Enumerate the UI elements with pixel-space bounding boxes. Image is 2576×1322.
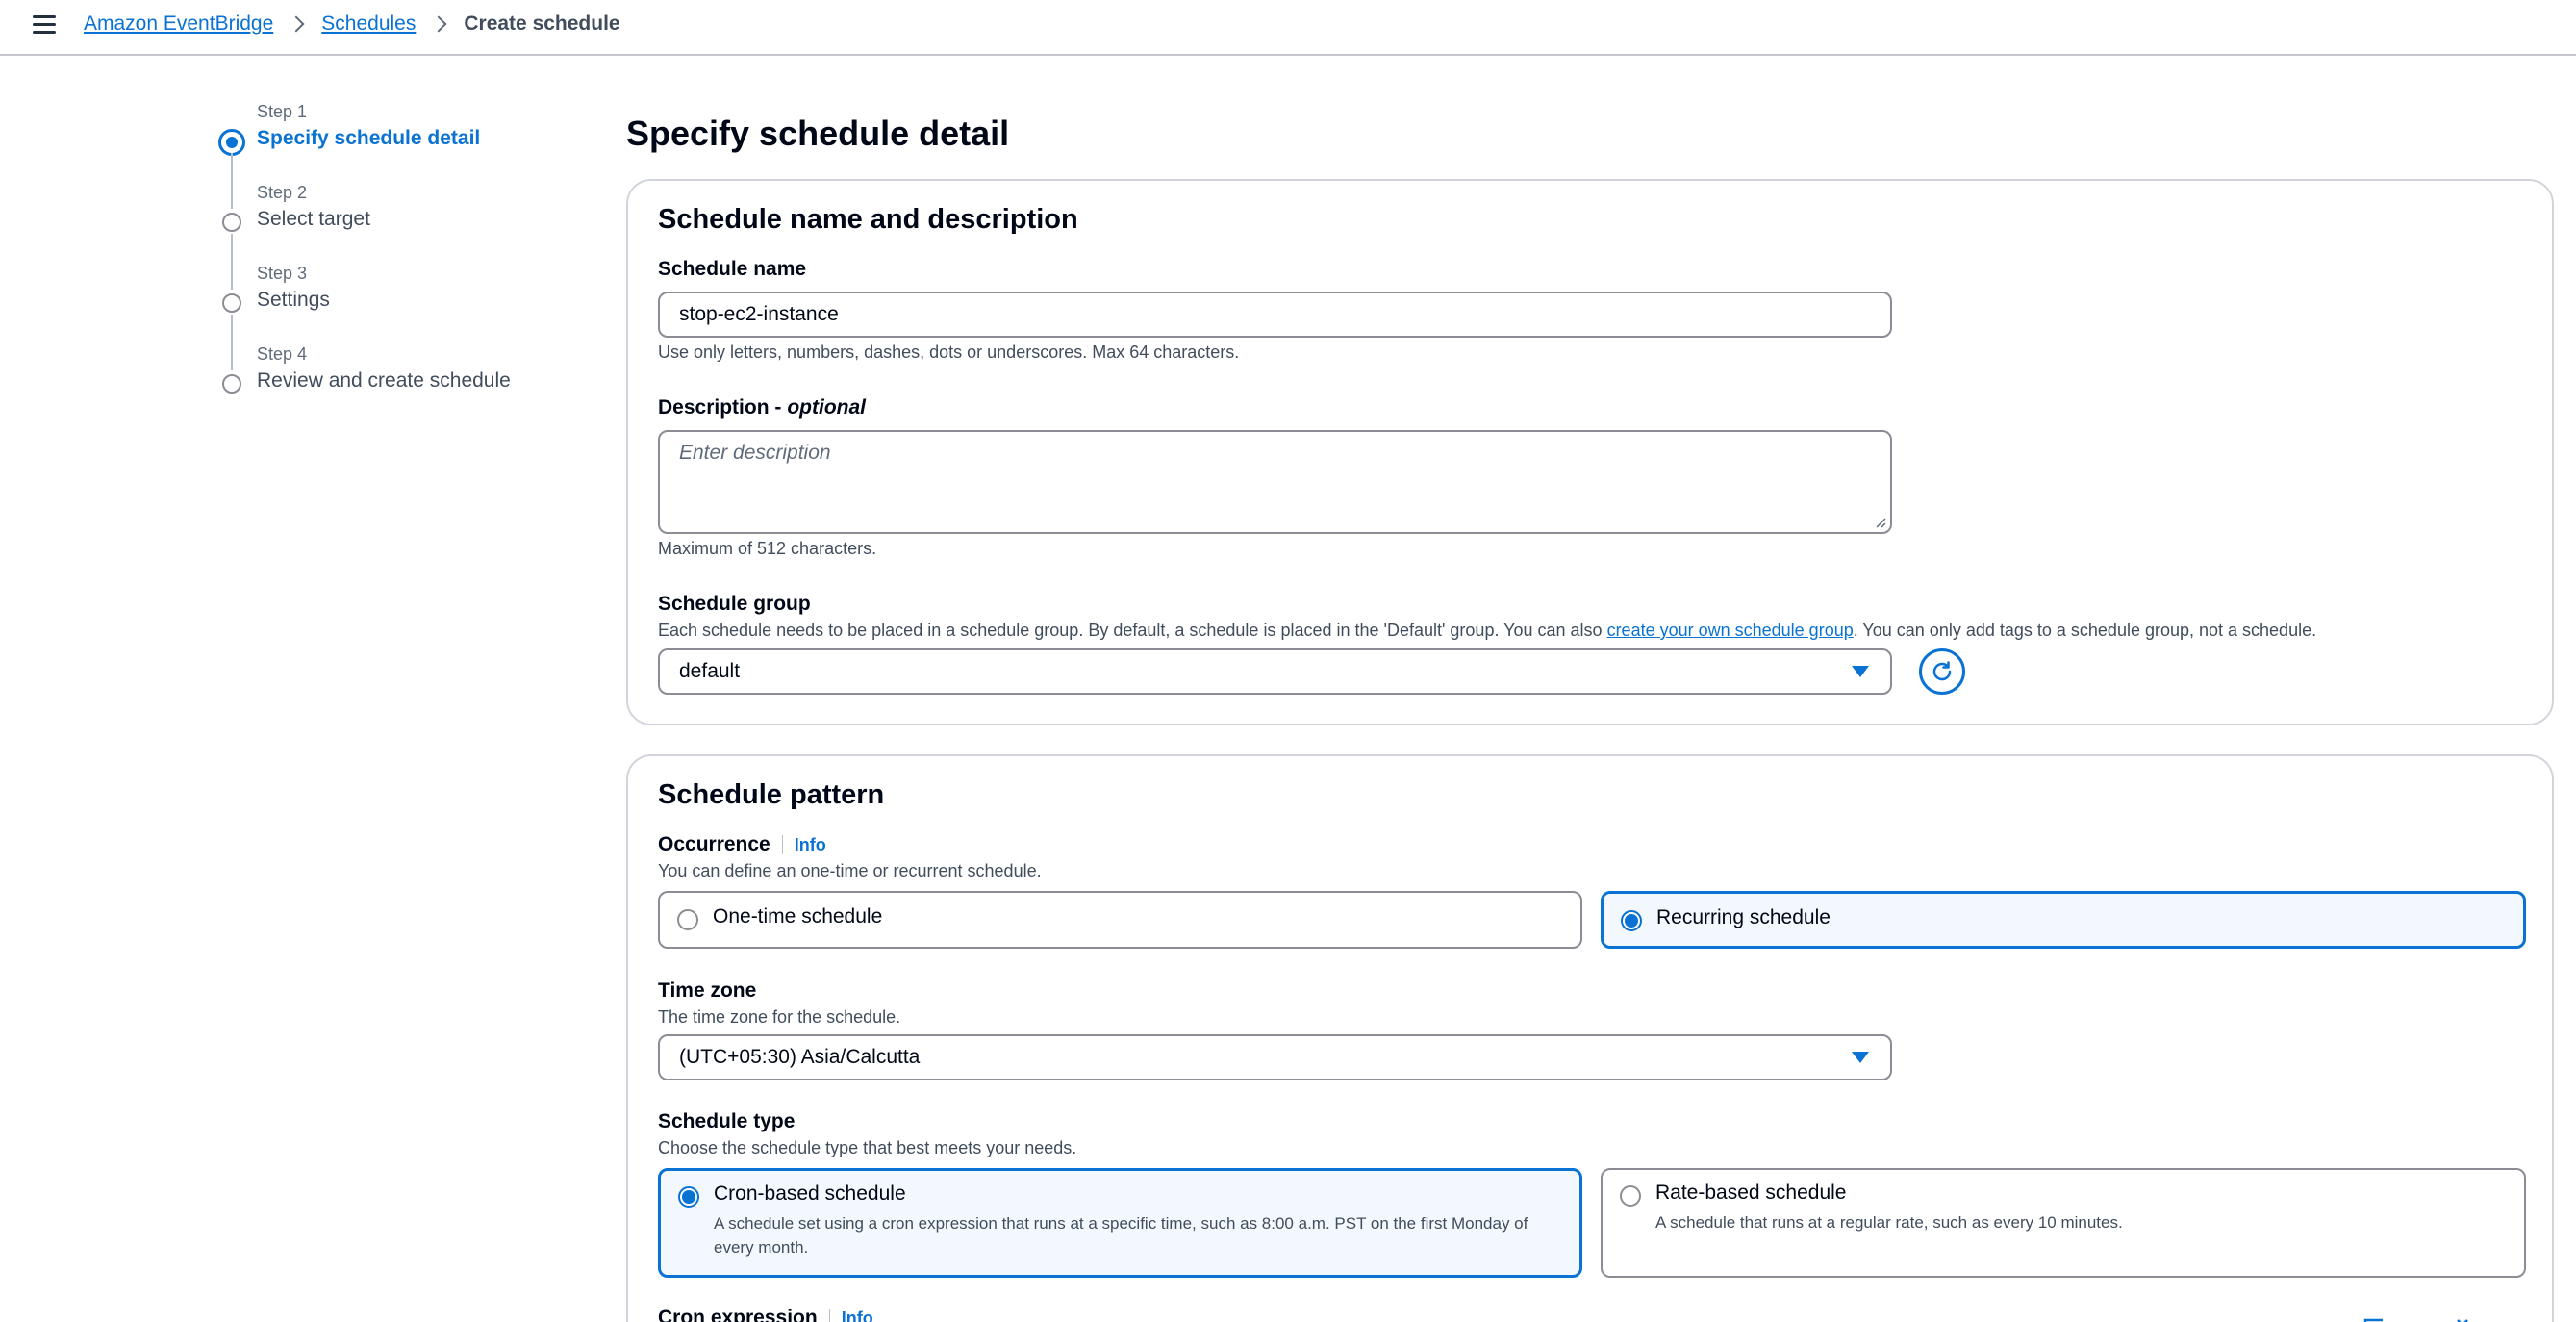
wizard-step-1[interactable]: Step 1 Specify schedule detail	[212, 99, 616, 209]
step-circle-icon	[222, 374, 241, 394]
step-active-circle-icon	[218, 129, 245, 156]
option-label: Recurring schedule	[1656, 906, 1831, 928]
timezone-hint: The time zone for the schedule.	[658, 1007, 901, 1027]
description-label-text: Description -	[658, 396, 782, 419]
schedule-name-hint: Use only letters, numbers, dashes, dots …	[658, 343, 1240, 362]
partially-visible-icons	[2360, 1309, 2513, 1322]
group-hint-text: Each schedule needs to be placed in a sc…	[658, 621, 1607, 640]
option-label: One-time schedule	[713, 905, 883, 928]
cron-expression-label-text: Cron expression	[658, 1307, 818, 1322]
refresh-icon	[1932, 661, 1952, 681]
occurrence-hint: You can define an one-time or recurrent …	[658, 861, 1042, 880]
step-number: Step 4	[257, 344, 308, 364]
step-circle-icon	[222, 293, 241, 313]
option-label: Cron-based schedule	[714, 1182, 906, 1205]
description-label: Description - optional	[658, 396, 866, 419]
step-title: Specify schedule detail	[257, 127, 481, 149]
schedule-name-panel: Schedule name and description Schedule n…	[626, 179, 2554, 725]
wizard-steps: Step 1 Specify schedule detail Step 2 Se…	[212, 99, 616, 422]
occurrence-label: Occurrence Info	[658, 833, 826, 856]
breadcrumb: Amazon EventBridge Schedules Create sche…	[84, 13, 620, 36]
panel-header: Schedule name and description	[658, 204, 1078, 235]
occurrence-label-text: Occurrence	[658, 833, 770, 855]
description-hint: Maximum of 512 characters.	[658, 539, 877, 558]
breadcrumb-link-schedules[interactable]: Schedules	[321, 13, 416, 36]
info-link[interactable]: Info	[795, 835, 826, 855]
recurring-schedule-option[interactable]: Recurring schedule	[1601, 891, 2526, 949]
chevron-right-icon	[433, 14, 446, 34]
panel-header: Schedule pattern	[658, 779, 885, 810]
radio-button-selected[interactable]	[678, 1186, 699, 1208]
cron-based-schedule-option[interactable]: Cron-based schedule A schedule set using…	[658, 1168, 1582, 1278]
wizard-step-3[interactable]: Step 3 Settings	[212, 261, 616, 370]
step-circle-icon	[222, 213, 241, 232]
description-placeholder: Enter description	[679, 442, 831, 464]
resize-handle-icon[interactable]	[1875, 517, 1886, 528]
caret-down-icon	[1852, 1052, 1869, 1063]
divider	[781, 835, 783, 854]
option-description: A schedule set using a cron expression t…	[714, 1214, 1528, 1257]
timezone-value: (UTC+05:30) Asia/Calcutta	[679, 1046, 921, 1068]
option-label: Rate-based schedule	[1655, 1182, 1847, 1204]
schedule-name-input[interactable]: stop-ec2-instance	[658, 292, 1892, 338]
schedule-group-select[interactable]: default	[658, 648, 1892, 695]
schedule-pattern-panel: Schedule pattern Occurrence Info You can…	[626, 754, 2554, 1322]
one-time-schedule-option[interactable]: One-time schedule	[658, 891, 1582, 949]
step-title: Review and create schedule	[257, 369, 511, 392]
step-number: Step 1	[257, 102, 308, 121]
step-number: Step 3	[257, 264, 308, 283]
rate-based-schedule-option[interactable]: Rate-based schedule A schedule that runs…	[1601, 1168, 2526, 1278]
top-navigation-bar: Amazon EventBridge Schedules Create sche…	[0, 0, 2576, 56]
chevron-right-icon	[290, 14, 304, 34]
wizard-step-2[interactable]: Step 2 Select target	[212, 180, 616, 290]
page-title: Specify schedule detail	[626, 114, 1010, 153]
schedule-group-label: Schedule group	[658, 593, 811, 615]
step-number: Step 2	[257, 183, 308, 202]
breadcrumb-current: Create schedule	[464, 13, 620, 35]
info-link[interactable]: Info	[842, 1309, 873, 1322]
divider	[828, 1309, 830, 1322]
schedule-group-value: default	[679, 660, 741, 682]
radio-button-selected[interactable]	[1621, 910, 1642, 931]
option-description: A schedule that runs at a regular rate, …	[1655, 1213, 2123, 1232]
wizard-step-4[interactable]: Step 4 Review and create schedule	[212, 342, 616, 422]
group-hint-text: . You can only add tags to a schedule gr…	[1853, 621, 2317, 640]
timezone-select[interactable]: (UTC+05:30) Asia/Calcutta	[658, 1034, 1892, 1080]
radio-button[interactable]	[1620, 1185, 1641, 1207]
radio-button[interactable]	[677, 909, 698, 930]
schedule-group-hint: Each schedule needs to be placed in a sc…	[658, 621, 2316, 641]
breadcrumb-link-eventbridge[interactable]: Amazon EventBridge	[84, 13, 273, 36]
refresh-button[interactable]	[1919, 648, 1965, 695]
schedule-type-hint: Choose the schedule type that best meets…	[658, 1138, 1077, 1157]
menu-icon[interactable]	[33, 15, 56, 35]
step-title: Settings	[257, 289, 330, 311]
step-title: Select target	[257, 208, 370, 230]
timezone-label: Time zone	[658, 979, 757, 1002]
schedule-type-label: Schedule type	[658, 1110, 796, 1132]
cut-off-icon	[2363, 1318, 2468, 1322]
schedule-name-label: Schedule name	[658, 258, 807, 280]
cron-expression-label: Cron expression Info	[658, 1307, 873, 1322]
description-textarea[interactable]: Enter description	[658, 430, 1892, 534]
optional-tag: optional	[787, 396, 867, 419]
caret-down-icon	[1852, 666, 1869, 677]
create-schedule-group-link[interactable]: create your own schedule group	[1607, 621, 1854, 640]
